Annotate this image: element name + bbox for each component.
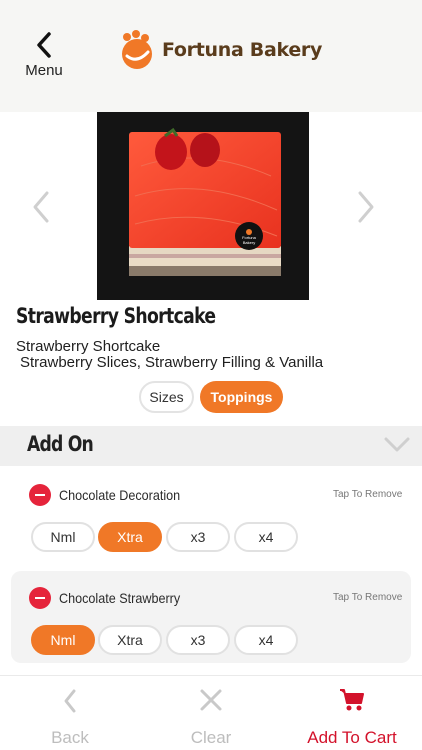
close-icon	[200, 689, 222, 711]
menu-label: Menu	[25, 62, 63, 79]
option-chip[interactable]: x3	[166, 522, 230, 552]
product-subtitle: Strawberry Shortcake	[16, 338, 161, 355]
cake-badge-line-2: Bakery	[243, 240, 255, 245]
product-image: Fortuna Bakery	[97, 112, 309, 300]
chevron-left-icon	[64, 689, 76, 713]
add-to-cart-label: Add To Cart	[307, 728, 397, 747]
menu-button[interactable]: Menu	[14, 30, 74, 90]
tap-to-remove-hint: Tap To Remove	[333, 592, 403, 603]
addon-group: Chocolate Decoration Tap To Remove Nml X…	[11, 472, 411, 562]
chevron-down-icon	[384, 437, 410, 452]
next-image-arrow-icon[interactable]	[355, 190, 377, 224]
addon-title: Add On	[27, 432, 94, 456]
add-to-cart-button[interactable]: Add To Cart	[282, 676, 422, 750]
tab-sizes[interactable]: Sizes	[139, 381, 194, 413]
tap-to-remove-hint: Tap To Remove	[333, 489, 403, 500]
option-chip[interactable]: Xtra	[98, 625, 162, 655]
option-chip[interactable]: Nml	[31, 522, 95, 552]
option-chip-selected[interactable]: Xtra	[98, 522, 162, 552]
brand-name: Fortuna Bakery	[162, 39, 323, 61]
remove-icon[interactable]	[29, 484, 51, 506]
clear-label: Clear	[190, 728, 232, 747]
option-chip[interactable]: x3	[166, 625, 230, 655]
previous-image-arrow-icon[interactable]	[30, 190, 52, 224]
bottom-nav: Back Clear Add To Cart	[0, 675, 422, 750]
cake-photo: Fortuna Bakery	[129, 127, 281, 276]
back-button[interactable]: Back	[0, 676, 140, 750]
addon-group-name: Chocolate Decoration	[59, 487, 181, 503]
addon-section-header[interactable]: Add On	[0, 426, 422, 466]
cart-icon	[340, 689, 364, 711]
option-chip-selected[interactable]: Nml	[31, 625, 95, 655]
product-title: Strawberry Shortcake	[16, 304, 216, 328]
tab-toppings[interactable]: Toppings	[200, 381, 283, 413]
option-chip[interactable]: x4	[234, 625, 298, 655]
addon-group: Chocolate Strawberry Tap To Remove Nml X…	[11, 571, 411, 663]
addon-group-name: Chocolate Strawberry	[59, 590, 181, 606]
chevron-left-icon	[37, 32, 51, 58]
brand-logo: Fortuna Bakery	[118, 28, 322, 72]
back-label: Back	[51, 728, 89, 747]
remove-icon[interactable]	[29, 587, 51, 609]
product-description: Strawberry Slices, Strawberry Filling & …	[20, 354, 324, 371]
paw-logo-icon	[122, 30, 152, 69]
clear-button[interactable]: Clear	[141, 676, 281, 750]
app-header: Menu Fortuna Bakery	[0, 0, 422, 112]
option-chip[interactable]: x4	[234, 522, 298, 552]
